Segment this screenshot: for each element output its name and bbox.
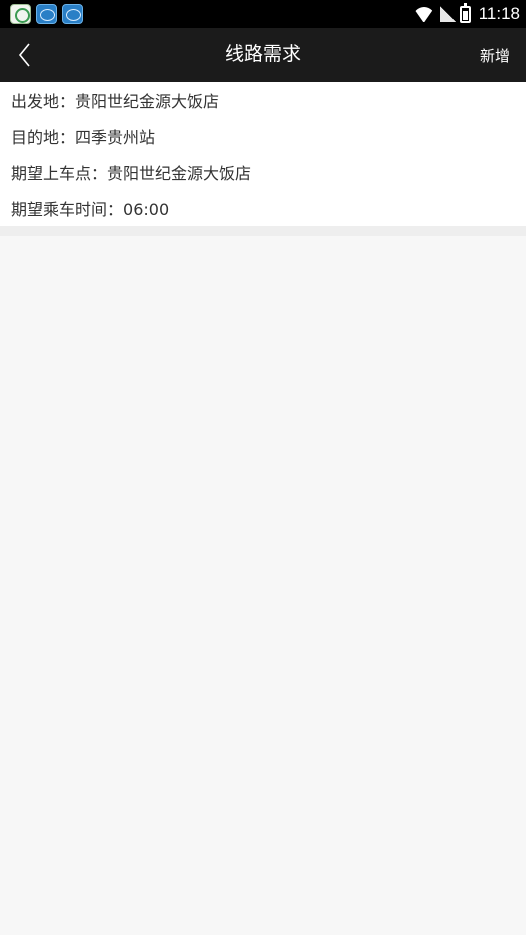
battery-icon	[459, 2, 471, 23]
destination-value: 四季贵州站	[75, 128, 156, 147]
page-title: 线路需求	[224, 43, 301, 65]
destination-row: 目的地：四季贵州站	[0, 120, 526, 156]
pickup-point-row: 期望上车点：贵阳世纪金源大饭店	[0, 156, 526, 192]
destination-label: 目的地	[11, 128, 60, 147]
departure-label: 出发地	[11, 92, 60, 111]
green-app-icon	[10, 4, 31, 24]
signal-icon	[439, 6, 456, 22]
status-bar: 11:18	[0, 0, 526, 28]
blue-app-icon	[36, 4, 57, 24]
pickup-time-separator: ：	[107, 200, 124, 219]
pickup-point-value: 贵阳世纪金源大饭店	[107, 164, 252, 183]
wifi-icon	[414, 6, 436, 22]
status-clock: 11:18	[478, 4, 520, 23]
pickup-time-label: 期望乘车时间	[11, 200, 108, 219]
route-detail-card: 出发地：贵阳世纪金源大饭店 目的地：四季贵州站 期望上车点：贵阳世纪金源大饭店 …	[0, 82, 526, 234]
section-divider	[0, 226, 526, 236]
departure-row: 出发地：贵阳世纪金源大饭店	[0, 84, 526, 120]
pickup-point-label: 期望上车点	[11, 164, 92, 183]
status-indicators: 11:18	[414, 0, 520, 28]
blue-app-icon	[62, 4, 83, 24]
pickup-time-value: 06:00	[123, 200, 170, 219]
app-bar: 线路需求 新增	[0, 28, 526, 82]
departure-value: 贵阳世纪金源大饭店	[75, 92, 220, 111]
add-button[interactable]: 新增	[480, 28, 510, 82]
destination-separator: ：	[59, 128, 76, 147]
pickup-time-row: 期望乘车时间：06:00	[0, 192, 526, 228]
departure-separator: ：	[59, 92, 76, 111]
pickup-point-separator: ：	[91, 164, 108, 183]
back-chevron-icon[interactable]	[12, 41, 40, 69]
